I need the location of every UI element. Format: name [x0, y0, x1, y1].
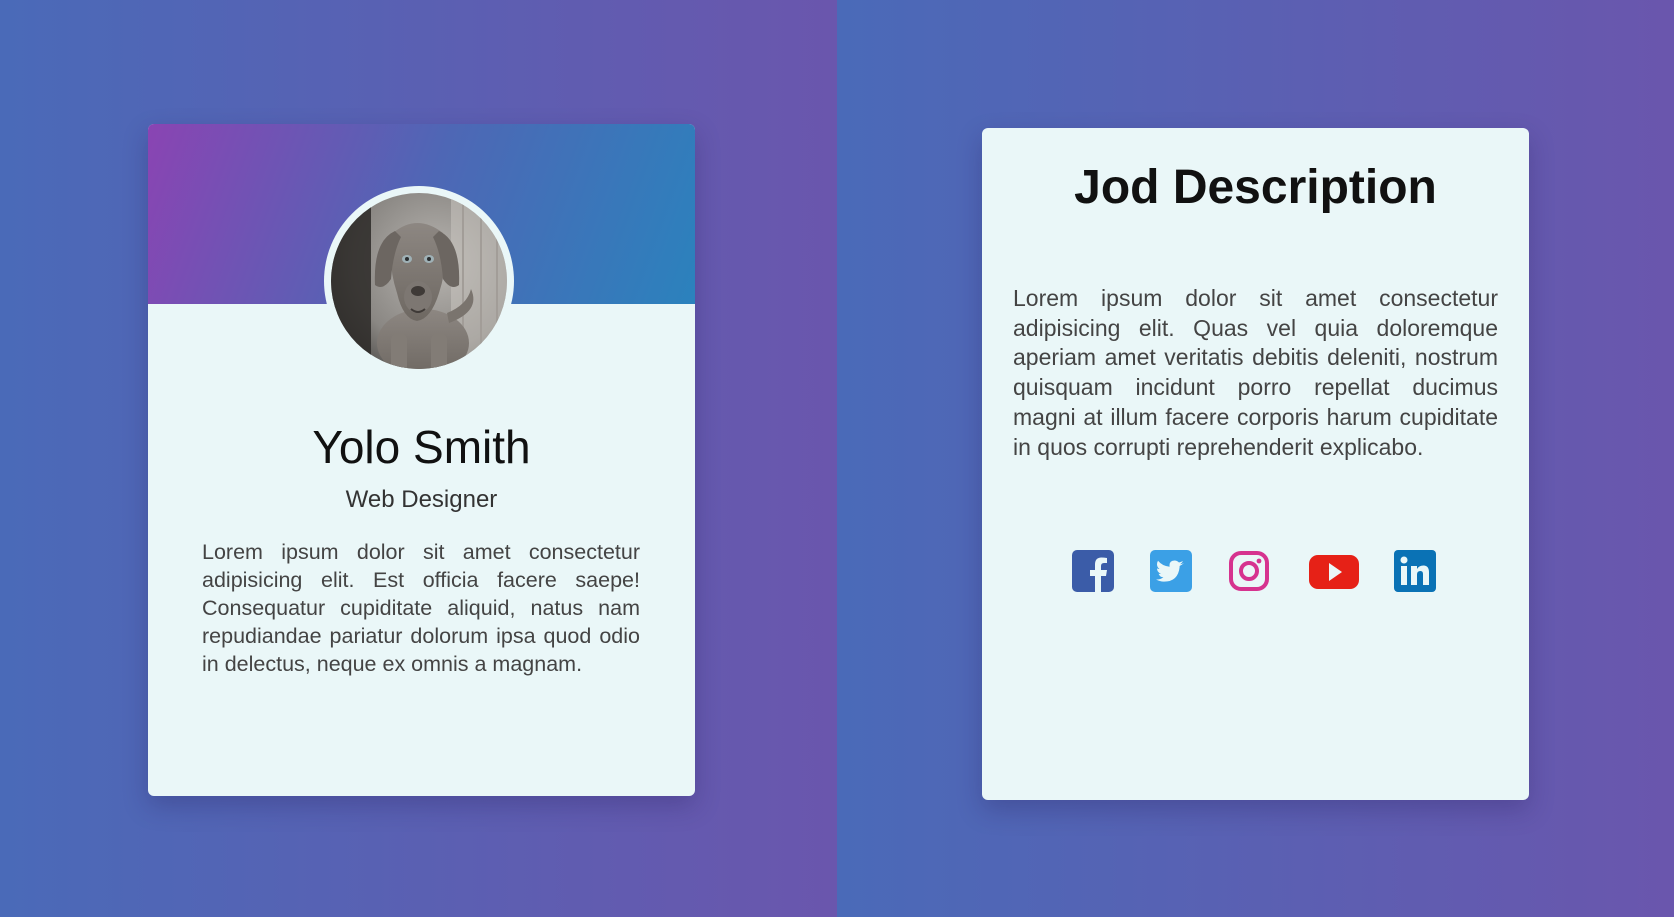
job-title: Jod Description: [1074, 161, 1437, 214]
instagram-icon[interactable]: [1228, 550, 1270, 597]
profile-bio: Lorem ipsum dolor sit amet consectetur a…: [202, 540, 640, 676]
twitter-icon[interactable]: [1150, 550, 1192, 597]
avatar: [324, 186, 514, 376]
dog-photo: [331, 193, 507, 369]
linkedin-icon[interactable]: [1394, 550, 1436, 597]
job-description-text: Lorem ipsum dolor sit amet consectetur a…: [1013, 285, 1498, 460]
job-description-card: Jod Description Lorem ipsum dolor sit am…: [982, 128, 1529, 800]
facebook-icon[interactable]: [1072, 550, 1114, 597]
profile-card: Yolo Smith Web Designer Lorem ipsum dolo…: [148, 124, 695, 796]
youtube-icon[interactable]: [1308, 550, 1360, 597]
profile-name: Yolo Smith: [312, 421, 531, 473]
social-links: [982, 550, 1529, 594]
profile-role: Web Designer: [345, 486, 498, 513]
